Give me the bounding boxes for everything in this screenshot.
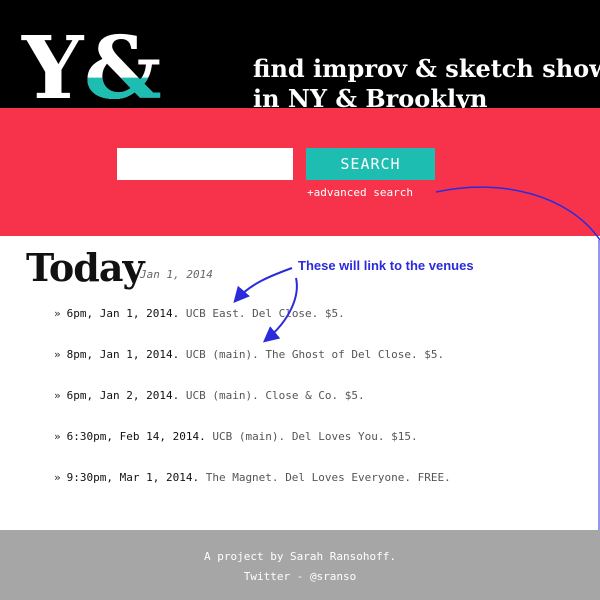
show-list: » 6pm, Jan 1, 2014. UCB East. Del Close. …: [54, 306, 451, 511]
site-tagline: find improv & sketch shows in NY & Brook…: [253, 54, 600, 114]
list-bullet: »: [54, 348, 61, 361]
list-item: » 6pm, Jan 1, 2014. UCB East. Del Close. …: [54, 306, 451, 347]
advanced-search-link[interactable]: +advanced search: [307, 186, 413, 199]
footer-twitter: Twitter - @sranso: [0, 570, 600, 583]
venue-link[interactable]: The Magnet.: [206, 471, 279, 484]
show-datetime: 6pm, Jan 2, 2014.: [66, 389, 180, 402]
list-item: » 6:30pm, Feb 14, 2014. UCB (main). Del L…: [54, 429, 451, 470]
list-item: » 6pm, Jan 2, 2014. UCB (main). Close & C…: [54, 388, 451, 429]
list-bullet: »: [54, 430, 61, 443]
footer-credit: A project by Sarah Ransohoff.: [203, 550, 397, 563]
show-datetime: 6:30pm, Feb 14, 2014.: [66, 430, 206, 443]
list-item: » 9:30pm, Mar 1, 2014. The Magnet. Del Lo…: [54, 470, 451, 511]
show-datetime: 8pm, Jan 1, 2014.: [66, 348, 180, 361]
venue-link[interactable]: UCB (main).: [186, 348, 259, 361]
search-button[interactable]: SEARCH: [306, 148, 435, 180]
show-details: Close & Co. $5.: [265, 389, 365, 402]
site-footer: A project by Sarah Ransohoff. Twitter - …: [0, 530, 600, 600]
list-item: » 8pm, Jan 1, 2014. UCB (main). The Ghost…: [54, 347, 451, 388]
today-heading: Today: [26, 245, 145, 290]
show-details: The Ghost of Del Close. $5.: [265, 348, 445, 361]
logo-letter-y: Y: [22, 18, 83, 119]
list-bullet: »: [54, 389, 61, 402]
today-date: Jan 1, 2014: [140, 268, 213, 281]
show-datetime: 6pm, Jan 1, 2014.: [66, 307, 180, 320]
show-details: Del Close. $5.: [252, 307, 345, 320]
twitter-handle-link[interactable]: @sranso: [310, 570, 356, 583]
list-bullet: »: [54, 471, 61, 484]
show-details: Del Loves Everyone. FREE.: [285, 471, 451, 484]
venue-link[interactable]: UCB (main).: [212, 430, 285, 443]
show-details: Del Loves You. $15.: [291, 430, 418, 443]
twitter-label: Twitter -: [243, 570, 310, 583]
site-logo[interactable]: Y & &: [22, 18, 162, 136]
tagline-line-1: find improv & sketch shows: [253, 54, 600, 83]
search-input[interactable]: [117, 148, 293, 180]
venue-link[interactable]: UCB (main).: [186, 389, 259, 402]
venue-link-annotation: These will link to the venues: [298, 258, 474, 273]
show-datetime: 9:30pm, Mar 1, 2014.: [66, 471, 200, 484]
venue-link[interactable]: UCB East.: [186, 307, 246, 320]
list-bullet: »: [54, 307, 61, 320]
today-section: Today Jan 1, 2014 These will link to the…: [0, 236, 600, 530]
